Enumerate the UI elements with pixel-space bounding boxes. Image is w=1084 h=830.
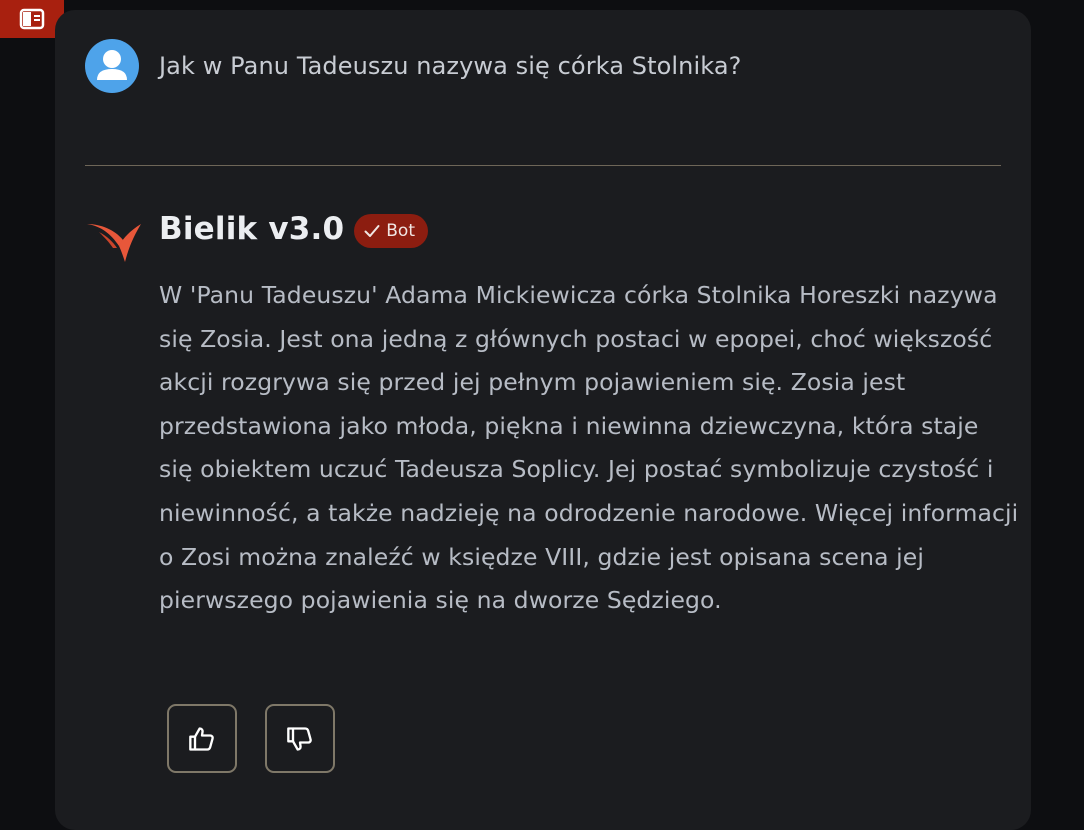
bird-logo-icon	[85, 216, 143, 264]
user-avatar-icon	[85, 39, 139, 93]
message-divider	[85, 165, 1001, 166]
user-message-row: Jak w Panu Tadeuszu nazywa się córka Sto…	[85, 39, 741, 93]
checkmark-icon	[364, 225, 380, 237]
bot-name: Bielik v3.0	[159, 211, 345, 247]
dislike-button[interactable]	[265, 704, 335, 773]
bot-message-text: W 'Panu Tadeuszu' Adama Mickiewicza córk…	[159, 281, 1019, 615]
thumbs-down-icon	[287, 726, 312, 751]
bot-header: Bielik v3.0 Bot	[159, 210, 428, 248]
bot-badge-label: Bot	[386, 221, 415, 241]
bot-badge: Bot	[354, 214, 428, 248]
user-message-text: Jak w Panu Tadeuszu nazywa się córka Sto…	[159, 52, 742, 80]
thumbs-up-icon	[189, 726, 214, 751]
chat-panel: Jak w Panu Tadeuszu nazywa się córka Sto…	[55, 10, 1031, 830]
like-button[interactable]	[167, 704, 237, 773]
sidebar-panel-icon	[19, 8, 45, 30]
